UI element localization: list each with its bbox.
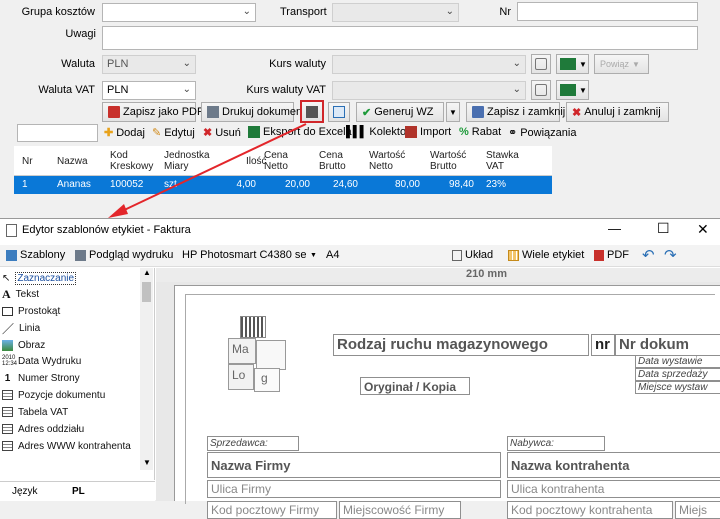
miejscowosc-firmy-field[interactable]: Miejscowość Firmy [339, 501, 461, 519]
kod-pocztowy-kontrahenta-field[interactable]: Kod pocztowy kontrahenta [507, 501, 673, 519]
kod-pocztowy-firmy-field[interactable]: Kod pocztowy Firmy [207, 501, 337, 519]
miejscowosc-kontrahenta-field[interactable]: Miejs [675, 501, 720, 519]
annotation-arrow [108, 123, 307, 218]
